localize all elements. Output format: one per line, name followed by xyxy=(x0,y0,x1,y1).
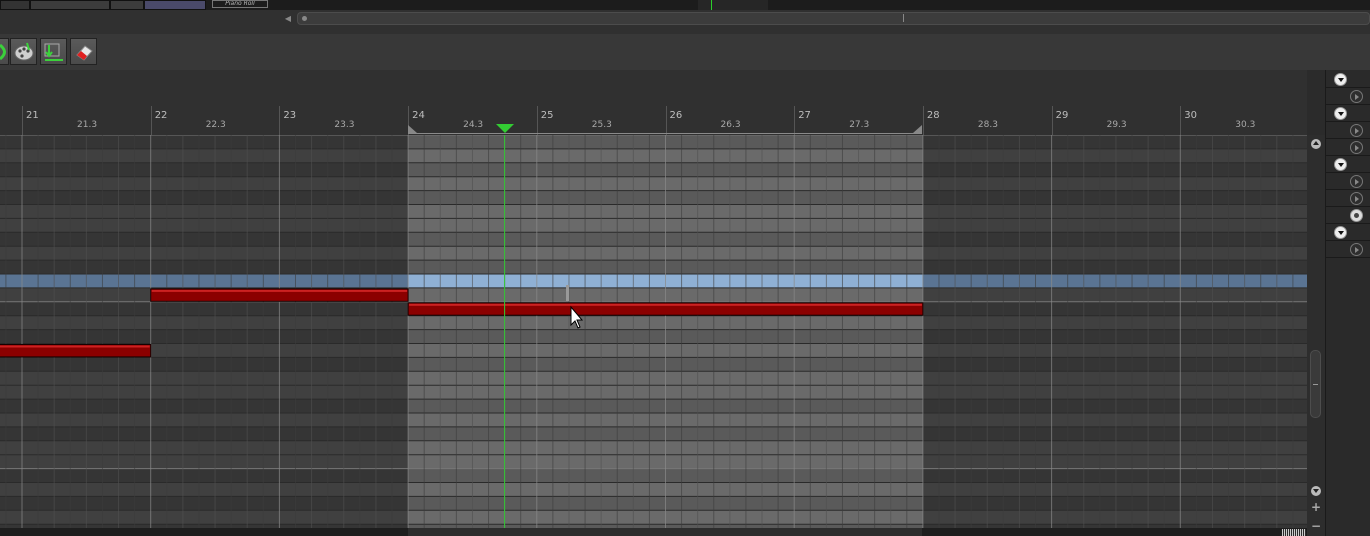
channel-row[interactable] xyxy=(1326,106,1370,122)
tool-paint[interactable] xyxy=(10,38,37,65)
green-tool-icon xyxy=(0,42,6,62)
bar-number-label: 22 xyxy=(154,110,168,121)
resize-grip-icon[interactable] xyxy=(1282,529,1306,536)
right-side-panel xyxy=(1325,70,1370,536)
horizontal-scroll-marker xyxy=(903,14,904,22)
bar-number-label: 29 xyxy=(1055,110,1069,121)
vertical-scrollbar[interactable]: + − xyxy=(1307,135,1325,536)
beat-label: 24.3 xyxy=(463,120,484,130)
timeline-ruler[interactable]: 21 21.3 22 22.3 23 23.3 24 24.3 25 25.3 26 26.3 27 27… xyxy=(0,70,1307,135)
top-strip: Piano Roll xyxy=(0,0,1370,10)
expand-icon[interactable] xyxy=(1334,73,1347,86)
scroll-left-arrow-icon[interactable]: ◀ xyxy=(282,12,294,25)
bar-number-label: 30 xyxy=(1184,110,1198,121)
loop-start-marker[interactable] xyxy=(408,125,417,133)
bar-tick xyxy=(22,106,23,135)
quantize-icon xyxy=(43,41,65,63)
scroll-down-arrow-icon[interactable] xyxy=(1311,486,1321,496)
mini-window-label: Piano Roll xyxy=(212,0,268,8)
tool-erase[interactable] xyxy=(70,38,97,65)
note-grid-canvas[interactable] xyxy=(0,135,1307,536)
loop-region-line xyxy=(408,133,922,134)
active-channel-icon[interactable] xyxy=(1350,209,1363,222)
horizontal-scroll-row: ◀ xyxy=(0,10,1370,34)
bar-number-label: 26 xyxy=(669,110,683,121)
channel-row[interactable] xyxy=(1326,208,1370,224)
note-highlight xyxy=(0,345,150,348)
beat-label: 28.3 xyxy=(977,120,998,130)
expand-icon[interactable] xyxy=(1334,107,1347,120)
beat-label: 22.3 xyxy=(205,120,226,130)
bar-number-label: 23 xyxy=(283,110,297,121)
beat-label: 23.3 xyxy=(334,120,355,130)
bar-tick xyxy=(922,106,924,135)
knob-group[interactable] xyxy=(30,0,110,10)
eraser-icon xyxy=(73,41,95,63)
beat-label: 29.3 xyxy=(1106,120,1127,130)
play-icon[interactable] xyxy=(1350,175,1363,188)
bar-tick xyxy=(794,106,796,135)
playhead-marker[interactable] xyxy=(495,124,514,133)
bottom-edge-loop xyxy=(408,528,922,536)
piano-roll-toolbar xyxy=(0,34,1370,70)
beat-label: 25.3 xyxy=(591,120,612,130)
expand-icon[interactable] xyxy=(1334,226,1347,239)
loop-end-marker[interactable] xyxy=(913,125,922,133)
channel-row[interactable] xyxy=(1326,123,1370,139)
song-overview[interactable] xyxy=(698,0,768,10)
bar-tick xyxy=(1051,106,1053,135)
tool-partial-green[interactable] xyxy=(0,38,9,65)
note-ghost-indicator xyxy=(566,285,569,301)
note-highlight xyxy=(409,303,922,306)
tempo-dial[interactable] xyxy=(144,0,206,10)
beat-label: 30.3 xyxy=(1235,120,1256,130)
expand-icon[interactable] xyxy=(1334,158,1347,171)
scroll-up-arrow-icon[interactable] xyxy=(1311,139,1321,149)
channel-row[interactable] xyxy=(1326,174,1370,190)
channel-row[interactable] xyxy=(1326,225,1370,241)
channel-row[interactable] xyxy=(1326,191,1370,207)
channel-row[interactable] xyxy=(1326,89,1370,105)
play-icon[interactable] xyxy=(1350,243,1363,256)
play-icon[interactable] xyxy=(1350,124,1363,137)
zoom-out-icon[interactable]: − xyxy=(1311,520,1321,532)
bar-tick xyxy=(279,106,281,135)
play-icon[interactable] xyxy=(1350,192,1363,205)
note-highlight xyxy=(151,289,408,292)
bar-tick xyxy=(536,106,538,135)
channel-row[interactable] xyxy=(1326,242,1370,258)
beat-label: 26.3 xyxy=(720,120,741,130)
bar-number-label: 21 xyxy=(26,110,39,121)
channel-row[interactable] xyxy=(1326,157,1370,173)
vertical-scroll-thumb[interactable] xyxy=(1310,350,1321,418)
note-grid[interactable] xyxy=(0,135,1307,536)
beat-label: 27.3 xyxy=(849,120,870,130)
bar-number-label: 28 xyxy=(926,110,940,121)
horizontal-scrollbar[interactable] xyxy=(297,12,1370,25)
channel-row[interactable] xyxy=(1326,72,1370,88)
play-icon[interactable] xyxy=(1350,141,1363,154)
horizontal-scroll-knob[interactable] xyxy=(302,16,307,21)
tool-quantize[interactable] xyxy=(40,38,67,65)
bar-tick xyxy=(150,106,152,135)
bar-number-label: 24 xyxy=(412,110,425,121)
channel-row[interactable] xyxy=(1326,140,1370,156)
palette-icon xyxy=(13,41,35,63)
play-icon[interactable] xyxy=(1350,90,1363,103)
display-panel xyxy=(110,0,144,10)
overview-playhead xyxy=(711,0,712,10)
bar-number-label: 25 xyxy=(540,110,554,121)
transport-controls[interactable] xyxy=(0,0,30,10)
zoom-in-icon[interactable]: + xyxy=(1311,501,1321,513)
beat-label: 21.3 xyxy=(77,120,98,130)
bar-number-label: 27 xyxy=(798,110,811,121)
bar-tick xyxy=(665,106,667,135)
bar-tick xyxy=(1180,106,1182,135)
